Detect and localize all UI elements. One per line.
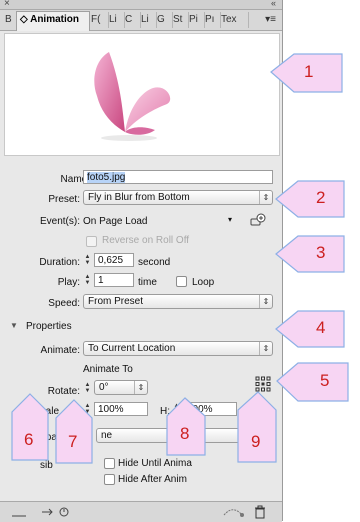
callout-3-number: 3 xyxy=(316,243,326,262)
callout-2-shape xyxy=(275,180,345,218)
callout-4-number: 4 xyxy=(316,318,326,337)
callout-8-number: 8 xyxy=(180,424,190,443)
callout-6-shape xyxy=(11,393,49,461)
callout-6-number: 6 xyxy=(24,430,34,449)
callout-4-shape xyxy=(275,310,345,348)
callout-5-shape xyxy=(276,362,349,402)
callout-7-number: 7 xyxy=(68,432,78,451)
callout-9-number: 9 xyxy=(251,432,261,451)
callout-1-number: 1 xyxy=(304,62,314,81)
callout-5-number: 5 xyxy=(320,371,330,390)
callout-2-number: 2 xyxy=(316,188,326,207)
callout-3-shape xyxy=(275,235,345,273)
